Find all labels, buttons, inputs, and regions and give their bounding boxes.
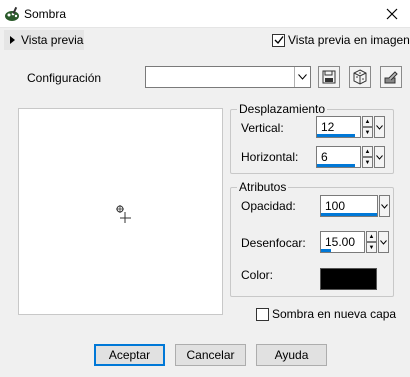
horizontal-level-bar xyxy=(317,164,355,167)
vertical-value: 12 xyxy=(321,120,335,134)
shadow-color-swatch[interactable] xyxy=(320,268,377,290)
blur-spinner[interactable]: 15.00 ▲ ▼ xyxy=(320,231,389,253)
spin-down-icon[interactable]: ▼ xyxy=(362,127,373,138)
preview-on-image-checkbox[interactable]: Vista previa en imagen xyxy=(272,33,410,47)
preview-toggle-label: Vista previa xyxy=(21,33,84,47)
blur-label: Desenfocar: xyxy=(241,236,306,250)
chevron-down-icon[interactable] xyxy=(374,146,385,168)
horizontal-stepper[interactable]: ▲ ▼ xyxy=(362,146,373,168)
shadow-new-layer-checkbox[interactable]: Sombra en nueva capa xyxy=(256,307,396,321)
chevron-down-icon[interactable] xyxy=(378,231,389,253)
ok-button[interactable]: Aceptar xyxy=(94,344,165,366)
vertical-input[interactable]: 12 xyxy=(316,116,361,138)
expand-triangle-icon xyxy=(10,36,15,44)
vertical-spinner[interactable]: 12 ▲ ▼ xyxy=(316,116,385,138)
config-label: Configuración xyxy=(27,71,102,85)
vertical-level-bar xyxy=(317,134,355,137)
horizontal-spinner[interactable]: 6 ▲ ▼ xyxy=(316,146,385,168)
window-title: Sombra xyxy=(24,7,67,21)
crosshair-cursor-icon xyxy=(116,205,131,223)
cube-icon xyxy=(353,69,367,85)
checkbox-box[interactable] xyxy=(256,307,269,321)
attributes-group-title: Atributos xyxy=(237,180,289,194)
reset-button[interactable] xyxy=(380,66,402,88)
spin-up-icon[interactable]: ▲ xyxy=(362,146,373,157)
reset-icon xyxy=(384,71,398,84)
checkmark-icon xyxy=(274,36,284,45)
blur-input[interactable]: 15.00 xyxy=(320,231,365,253)
blur-value: 15.00 xyxy=(325,235,356,249)
checkbox-box[interactable] xyxy=(272,33,285,47)
vertical-label: Vertical: xyxy=(241,121,284,135)
chevron-down-icon[interactable] xyxy=(374,116,385,138)
close-button[interactable] xyxy=(374,0,410,28)
title-bar: Sombra xyxy=(0,0,410,28)
help-button[interactable]: Ayuda xyxy=(256,344,327,366)
manage-presets-button[interactable] xyxy=(349,66,371,88)
preview-canvas[interactable] xyxy=(18,108,223,315)
save-icon xyxy=(322,70,336,84)
blur-stepper[interactable]: ▲ ▼ xyxy=(366,231,377,253)
save-preset-button[interactable] xyxy=(318,66,340,88)
blur-level-bar xyxy=(321,249,331,252)
horizontal-value: 6 xyxy=(321,150,328,164)
preview-toggle-button[interactable]: Vista previa xyxy=(4,30,84,50)
shadow-new-layer-label: Sombra en nueva capa xyxy=(272,307,397,321)
spin-down-icon[interactable]: ▼ xyxy=(362,157,373,168)
close-icon xyxy=(386,8,398,20)
chevron-down-icon[interactable] xyxy=(379,195,390,217)
opacity-input[interactable]: 100 xyxy=(320,195,378,217)
preview-on-image-label: Vista previa en imagen xyxy=(288,33,410,47)
spin-up-icon[interactable]: ▲ xyxy=(366,231,377,242)
spin-down-icon[interactable]: ▼ xyxy=(366,242,377,253)
opacity-label: Opacidad: xyxy=(241,199,296,213)
cancel-button[interactable]: Cancelar xyxy=(175,344,246,366)
spin-up-icon[interactable]: ▲ xyxy=(362,116,373,127)
chevron-down-icon[interactable] xyxy=(294,67,310,87)
color-label: Color: xyxy=(241,268,274,282)
config-combobox[interactable] xyxy=(145,66,311,88)
opacity-spinner[interactable]: 100 xyxy=(320,195,390,217)
horizontal-label: Horizontal: xyxy=(241,150,299,164)
offset-group-title: Desplazamiento xyxy=(237,102,328,116)
paint-app-icon xyxy=(5,6,19,21)
vertical-stepper[interactable]: ▲ ▼ xyxy=(362,116,373,138)
opacity-level-bar xyxy=(321,213,377,216)
horizontal-input[interactable]: 6 xyxy=(316,146,361,168)
opacity-value: 100 xyxy=(325,199,346,213)
